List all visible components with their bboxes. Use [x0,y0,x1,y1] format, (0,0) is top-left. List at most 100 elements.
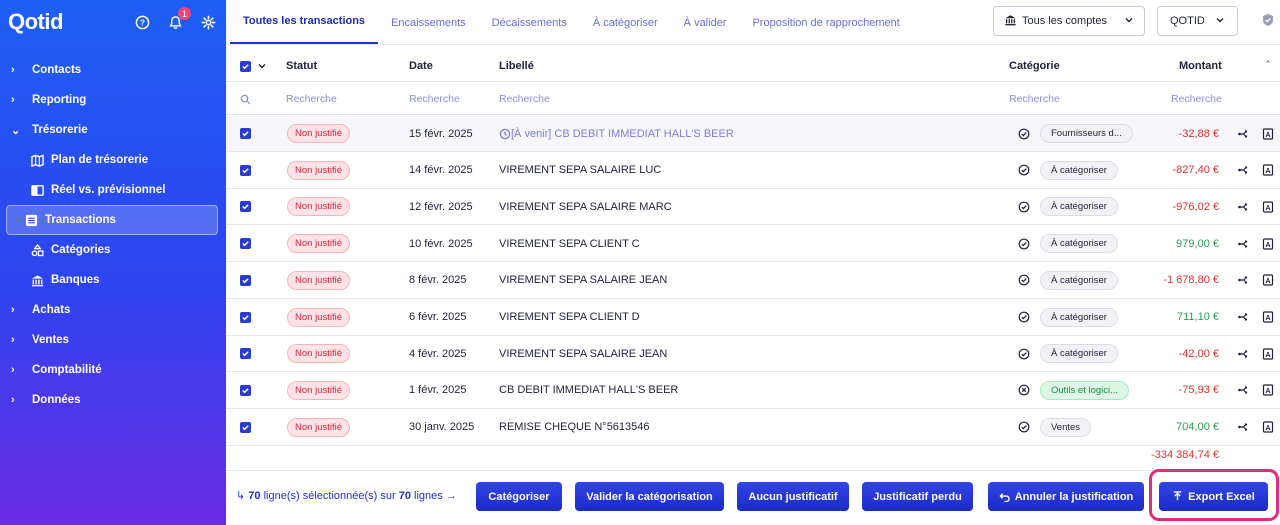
column-header-date[interactable]: Date [409,51,433,81]
gear-icon[interactable] [200,14,216,30]
category-pill[interactable]: À catégoriser [1040,263,1118,298]
categorize-button[interactable]: Catégoriser [476,482,562,511]
row-checkbox[interactable] [240,263,251,298]
category-pill[interactable]: À catégoriser [1040,300,1118,335]
sidebar-item-donnees[interactable]: › Données [0,385,226,415]
category-pill[interactable]: À catégoriser [1040,153,1118,188]
sidebar-item-plan-tresorerie[interactable]: Plan de trésorerie [6,145,218,175]
row-checkbox[interactable] [240,373,251,408]
help-icon[interactable]: ? [134,14,150,30]
category-validate-icon[interactable] [1018,263,1030,298]
tab-a-categoriser[interactable]: À catégoriser [580,0,671,44]
category-pill-label: À catégoriser [1040,344,1118,364]
tab-a-valider[interactable]: À valider [671,0,740,44]
category-validate-icon[interactable] [1018,410,1030,445]
category-validate-icon[interactable] [1018,300,1030,335]
document-icon[interactable]: A [1262,116,1274,151]
lost-proof-button[interactable]: Justificatif perdu [862,482,973,511]
amount-search-input[interactable]: Recherche [1171,84,1222,114]
column-header-label[interactable]: Libellé [499,51,534,81]
category-pill[interactable]: Ventes [1040,410,1092,445]
category-validate-icon[interactable] [1018,336,1030,371]
table-row[interactable]: Non justifié 15 févr. 2025 [À venir] CB DE… [226,116,1280,152]
sidebar-item-transactions[interactable]: Transactions [6,205,218,235]
category-validate-icon[interactable] [1018,116,1030,151]
split-icon[interactable] [1237,373,1249,408]
row-checkbox[interactable] [240,300,251,335]
row-checkbox[interactable] [240,410,251,445]
category-reject-icon[interactable] [1018,373,1030,408]
sidebar-item-achats[interactable]: › Achats [0,295,226,325]
sidebar-item-comptabilite[interactable]: › Comptabilité [0,355,226,385]
sidebar-item-tresorerie[interactable]: ⌄ Trésorerie [0,115,226,145]
row-label-cell: VIREMENT SEPA SALAIRE JEAN [499,336,667,371]
document-icon[interactable]: A [1262,263,1274,298]
category-pill[interactable]: Outils et logici... [1040,373,1130,408]
sidebar-item-ventes[interactable]: › Ventes [0,325,226,355]
table-row[interactable]: Non justifié 14 févr. 2025 VIREMENT SEPA S… [226,153,1280,189]
column-header-status[interactable]: Statut [286,51,317,81]
document-icon[interactable]: A [1262,410,1274,445]
label-search-input[interactable]: Recherche [499,84,550,114]
row-checkbox[interactable] [240,336,251,371]
bell-icon[interactable]: 1 [167,7,191,30]
row-checkbox[interactable] [240,153,251,188]
table-row[interactable]: Non justifié 1 févr. 2025 CB DEBIT IMMEDIA… [226,373,1280,409]
tab-proposition-rapprochement[interactable]: Proposition de rapprochement [739,0,912,44]
select-menu-toggle[interactable] [257,51,267,81]
table-row[interactable]: Non justifié 12 févr. 2025 VIREMENT SEPA S… [226,189,1280,226]
row-checkbox[interactable] [240,116,251,151]
column-header-category[interactable]: Catégorie [1009,51,1060,81]
sidebar-item-contacts[interactable]: › Contacts [0,55,226,85]
sidebar-item-reel-vs-previsionnel[interactable]: Réel vs. prévisionnel [6,175,218,205]
category-validate-icon[interactable] [1018,226,1030,261]
category-validate-icon[interactable] [1018,153,1030,188]
category-pill[interactable]: À catégoriser [1040,336,1118,371]
sidebar-item-categories[interactable]: Catégories [6,235,218,265]
cancel-justification-button[interactable]: Annuler la justification [988,482,1144,511]
split-icon[interactable] [1237,300,1249,335]
document-icon[interactable]: A [1262,336,1274,371]
category-validate-icon[interactable] [1018,189,1030,224]
table-row[interactable]: Non justifié 8 févr. 2025 VIREMENT SEPA SA… [226,263,1280,299]
organization-select[interactable]: QOTID [1157,6,1238,36]
category-search-input[interactable]: Recherche [1009,84,1060,114]
shield-icon[interactable] [1261,13,1275,27]
chevron-down-icon [1124,15,1134,28]
table-row[interactable]: Non justifié 30 janv. 2025 REMISE CHEQUE N… [226,410,1280,446]
document-icon[interactable]: A [1262,189,1274,224]
column-menu-icon[interactable]: ˆ [1266,51,1270,81]
tab-all-transactions[interactable]: Toutes les transactions [230,0,379,44]
split-icon[interactable] [1237,336,1249,371]
split-icon[interactable] [1237,263,1249,298]
select-all-checkbox[interactable] [240,51,251,81]
row-checkbox[interactable] [240,226,251,261]
sidebar-item-banques[interactable]: Banques [6,265,218,295]
category-pill[interactable]: À catégoriser [1040,189,1118,224]
document-icon[interactable]: A [1262,373,1274,408]
split-icon[interactable] [1237,116,1249,151]
column-header-amount[interactable]: Montant [1179,51,1222,81]
tab-encaissements[interactable]: Encaissements [378,0,479,44]
table-row[interactable]: Non justifié 10 févr. 2025 VIREMENT SEPA C… [226,226,1280,263]
document-icon[interactable]: A [1262,300,1274,335]
split-icon[interactable] [1237,410,1249,445]
split-icon[interactable] [1237,189,1249,224]
account-select[interactable]: Tous les comptes [993,6,1145,36]
status-search-input[interactable]: Recherche [286,84,337,114]
tab-decaissements[interactable]: Décaissements [479,0,580,44]
sidebar-item-reporting[interactable]: › Reporting [0,85,226,115]
row-checkbox[interactable] [240,189,251,224]
document-icon[interactable]: A [1262,226,1274,261]
date-search-input[interactable]: Recherche [409,84,460,114]
category-pill[interactable]: À catégoriser [1040,226,1118,261]
sidebar-item-label: Données [32,394,81,406]
split-icon[interactable] [1237,226,1249,261]
split-icon[interactable] [1237,153,1249,188]
table-row[interactable]: Non justifié 6 févr. 2025 VIREMENT SEPA CL… [226,300,1280,336]
validate-categorization-button[interactable]: Valider la catégorisation [575,482,724,511]
document-icon[interactable]: A [1262,153,1274,188]
category-pill[interactable]: Fournisseurs d... [1040,116,1133,151]
no-proof-button[interactable]: Aucun justificatif [737,482,849,511]
table-row[interactable]: Non justifié 4 févr. 2025 VIREMENT SEPA SA… [226,336,1280,373]
